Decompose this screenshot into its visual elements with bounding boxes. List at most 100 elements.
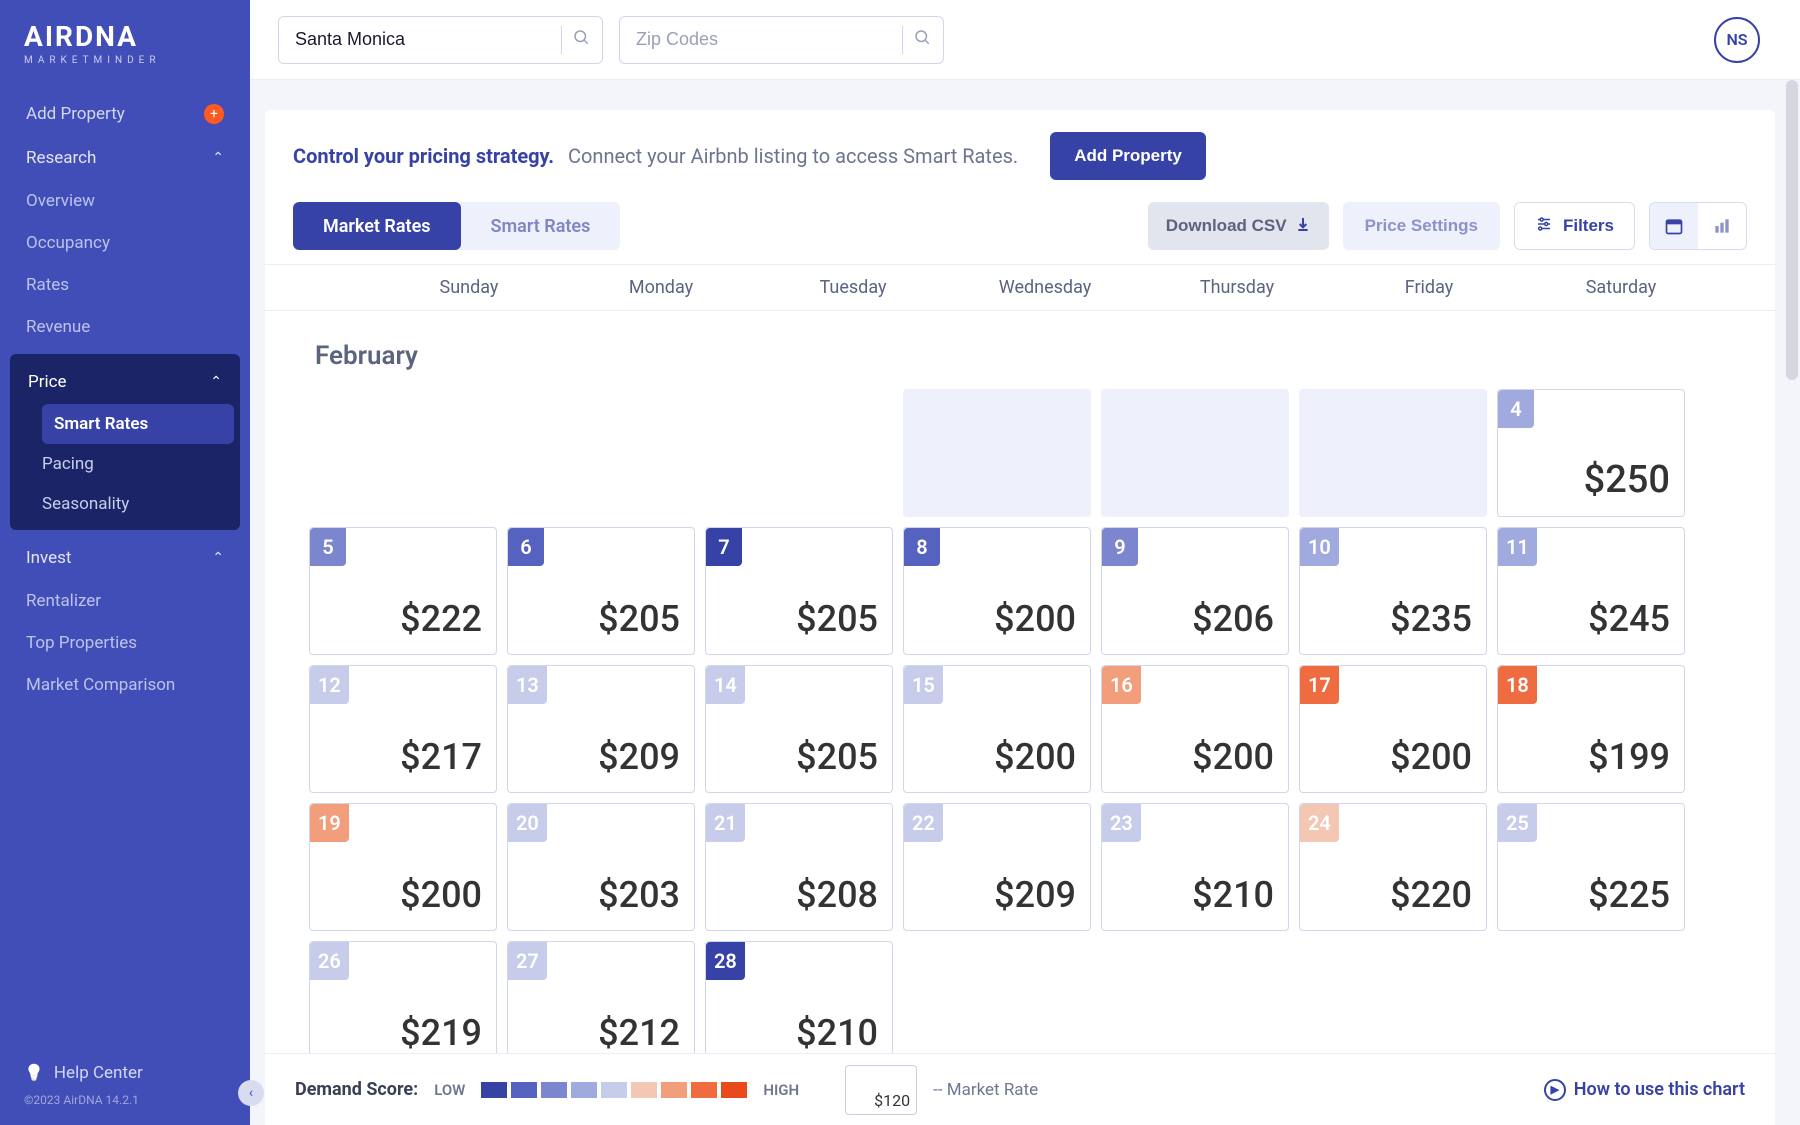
legend-sample-price: $120 (874, 1091, 910, 1110)
filters-button[interactable]: Filters (1514, 202, 1635, 250)
calendar-day-cell[interactable]: 19$200 (309, 803, 497, 931)
zip-search[interactable] (619, 16, 944, 64)
day-number-badge: 12 (310, 666, 349, 704)
calendar-day-cell[interactable]: 13$209 (507, 665, 695, 793)
sidebar: AIRDNA MARKETMINDER Add Property + Resea… (0, 0, 250, 1125)
collapse-sidebar-button[interactable]: ‹ (238, 1080, 264, 1106)
calendar-day-cell[interactable]: 5$222 (309, 527, 497, 655)
calendar-day-cell[interactable]: 9$206 (1101, 527, 1289, 655)
legend-swatch (481, 1082, 507, 1098)
search-icon[interactable] (913, 28, 931, 51)
calendar-day-cell[interactable]: 23$210 (1101, 803, 1289, 931)
banner-subtitle: Connect your Airbnb listing to access Sm… (568, 144, 1018, 168)
calendar-day-cell[interactable]: 25$225 (1497, 803, 1685, 931)
calendar-day-cell[interactable]: 4$250 (1497, 389, 1685, 517)
day-price: $205 (796, 598, 878, 640)
scrollbar[interactable] (1786, 80, 1798, 380)
brand-name: AIRDNA (24, 20, 226, 53)
price-section-header[interactable]: Price ⌃ (10, 360, 240, 404)
help-center-link[interactable]: Help Center (24, 1053, 226, 1093)
calendar-day-cell[interactable]: 22$209 (903, 803, 1091, 931)
chevron-left-icon: ‹ (249, 1085, 253, 1101)
day-number-badge: 5 (310, 528, 346, 566)
day-price: $250 (1584, 458, 1670, 502)
weekday-tuesday: Tuesday (757, 277, 949, 298)
day-number-badge: 27 (508, 942, 547, 980)
sidebar-item-rentalizer[interactable]: Rentalizer (26, 580, 250, 622)
day-number-badge: 8 (904, 528, 940, 566)
research-label: Research (26, 148, 96, 168)
legend-label: Demand Score: (295, 1079, 418, 1100)
calendar-empty-cell (309, 389, 497, 517)
calendar-day-cell[interactable]: 16 $200 (1101, 665, 1289, 793)
day-number-badge: 21 (706, 804, 745, 842)
sidebar-item-smart-rates[interactable]: Smart Rates (42, 404, 234, 444)
sidebar-item-market-comparison[interactable]: Market Comparison (26, 664, 250, 706)
day-number-badge: 13 (508, 666, 547, 704)
sidebar-item-pacing[interactable]: Pacing (36, 444, 240, 484)
invest-section[interactable]: Invest ⌃ (0, 536, 250, 580)
legend-sample-cell: $120 (845, 1065, 917, 1115)
add-property-button[interactable]: Add Property (1050, 132, 1206, 180)
legend-low: LOW (434, 1081, 465, 1099)
sidebar-footer: Help Center ©2023 AirDNA 14.2.1 (0, 1053, 250, 1107)
add-property-nav[interactable]: Add Property + (0, 92, 250, 136)
tab-smart-rates[interactable]: Smart Rates (461, 202, 621, 250)
market-search[interactable] (278, 16, 603, 64)
calendar-day-cell[interactable]: 17$200 (1299, 665, 1487, 793)
toolbar: Market Rates Smart Rates Download CSV Pr… (265, 202, 1775, 264)
calendar-day-cell[interactable]: 24$220 (1299, 803, 1487, 931)
sidebar-item-revenue[interactable]: Revenue (26, 306, 250, 348)
download-icon (1295, 216, 1311, 237)
calendar-day-cell[interactable]: 20$203 (507, 803, 695, 931)
calendar-day-cell[interactable]: 18$199 (1497, 665, 1685, 793)
calendar-day-cell[interactable]: 7 $205 (705, 527, 893, 655)
zip-search-input[interactable] (636, 29, 892, 50)
calendar-day-cell[interactable]: 28$210 (705, 941, 893, 1069)
day-number-badge: 26 (310, 942, 349, 980)
day-number-badge: 18 (1498, 666, 1537, 704)
calendar-day-cell[interactable]: 11$245 (1497, 527, 1685, 655)
calendar-day-cell[interactable]: 12$217 (309, 665, 497, 793)
day-number-badge: 24 (1300, 804, 1339, 842)
calendar-day-cell[interactable]: 15$200 (903, 665, 1091, 793)
calendar-day-cell[interactable]: 8$200 (903, 527, 1091, 655)
weekday-saturday: Saturday (1525, 277, 1717, 298)
calendar-day-cell[interactable]: 6$205 (507, 527, 695, 655)
calendar-empty-cell (507, 389, 695, 517)
day-number-badge: 16 (1102, 666, 1141, 704)
day-number-badge: 25 (1498, 804, 1537, 842)
calendar-day-cell[interactable]: 27$212 (507, 941, 695, 1069)
sidebar-nav: Add Property + Research ⌃ Overview Occup… (0, 92, 250, 1053)
calendar-day-cell[interactable]: 21$208 (705, 803, 893, 931)
day-number-badge: 19 (310, 804, 349, 842)
calendar-day-cell[interactable]: 14$205 (705, 665, 893, 793)
legend-high: HIGH (763, 1081, 799, 1099)
sidebar-item-seasonality[interactable]: Seasonality (36, 484, 240, 524)
day-price: $203 (598, 874, 680, 916)
chart-view-button[interactable] (1698, 203, 1746, 249)
sidebar-item-top-properties[interactable]: Top Properties (26, 622, 250, 664)
legend-swatch (661, 1082, 687, 1098)
calendar-view-button[interactable] (1650, 203, 1698, 249)
price-settings-button[interactable]: Price Settings (1343, 202, 1500, 250)
sidebar-item-rates[interactable]: Rates (26, 264, 250, 306)
day-price: $200 (1390, 736, 1472, 778)
research-section[interactable]: Research ⌃ (0, 136, 250, 180)
price-subnav: Smart Rates Pacing Seasonality (10, 404, 240, 524)
day-price: $205 (598, 598, 680, 640)
user-avatar[interactable]: NS (1714, 17, 1760, 63)
sidebar-item-overview[interactable]: Overview (26, 180, 250, 222)
sidebar-item-occupancy[interactable]: Occupancy (26, 222, 250, 264)
how-to-use-link[interactable]: ▶ How to use this chart (1544, 1079, 1745, 1101)
download-csv-button[interactable]: Download CSV (1148, 202, 1329, 250)
chevron-up-icon: ⌃ (212, 150, 224, 166)
day-price: $200 (1192, 736, 1274, 778)
market-search-input[interactable] (295, 29, 551, 50)
legend-swatches (481, 1082, 747, 1098)
calendar-day-cell[interactable]: 10$235 (1299, 527, 1487, 655)
day-number-badge: 7 (706, 528, 742, 566)
tab-market-rates[interactable]: Market Rates (293, 202, 461, 250)
calendar-day-cell[interactable]: 26$219 (309, 941, 497, 1069)
search-icon[interactable] (572, 28, 590, 51)
